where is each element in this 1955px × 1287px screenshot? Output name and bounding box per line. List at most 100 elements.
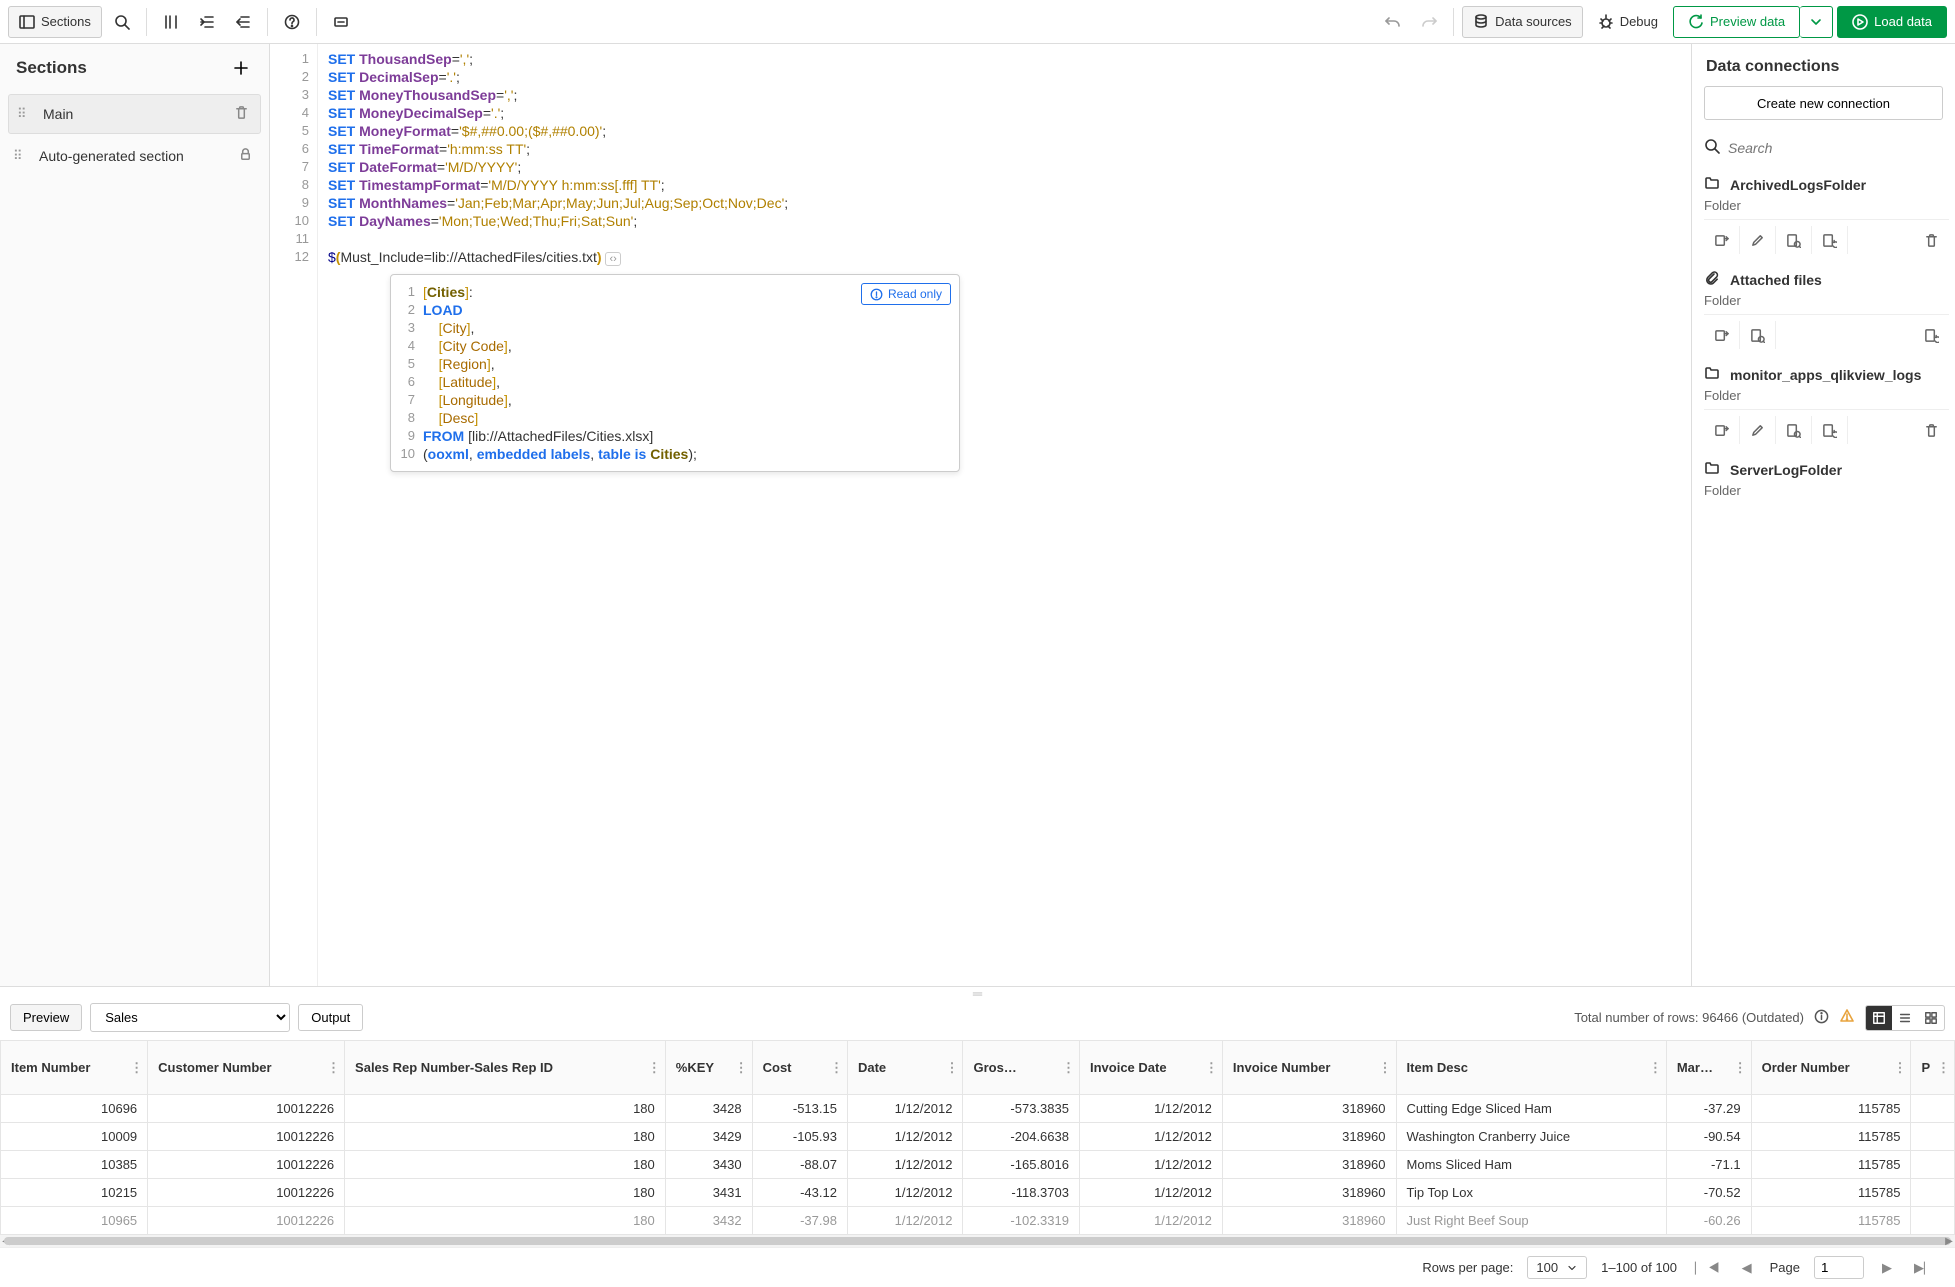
conn-action-select[interactable] <box>1740 321 1776 349</box>
column-menu-icon[interactable]: ⋮ <box>1649 1060 1662 1076</box>
column-menu-icon[interactable]: ⋮ <box>1062 1060 1075 1076</box>
help-button[interactable] <box>276 6 308 38</box>
conn-action-refresh[interactable] <box>1913 321 1949 349</box>
conn-action-refresh[interactable] <box>1812 226 1848 254</box>
column-menu-icon[interactable]: ⋮ <box>648 1060 661 1076</box>
first-page-button[interactable]: ⎸◀ <box>1691 1258 1724 1278</box>
panel-resize-handle[interactable]: ═ <box>0 987 1955 999</box>
create-connection-button[interactable]: Create new connection <box>1704 86 1943 120</box>
table-row[interactable]: 10696100122261803428-513.151/12/2012-573… <box>1 1095 1955 1123</box>
table-row[interactable]: 10965100122261803432-37.981/12/2012-102.… <box>1 1207 1955 1235</box>
add-section-button[interactable] <box>229 56 253 80</box>
table-cell: -88.07 <box>752 1151 847 1179</box>
info-icon[interactable] <box>1814 1009 1829 1027</box>
last-page-button[interactable]: ▶⎸ <box>1910 1258 1941 1278</box>
column-header[interactable]: Sales Rep Number-Sales Rep ID⋮ <box>345 1041 666 1095</box>
undo-button[interactable] <box>1377 6 1409 38</box>
output-tab[interactable]: Output <box>298 1004 363 1031</box>
section-item[interactable]: ⠿ Auto-generated section <box>0 136 269 176</box>
section-label: Main <box>43 106 224 122</box>
load-data-button[interactable]: Load data <box>1837 6 1947 38</box>
column-header[interactable]: P⋮ <box>1911 1041 1955 1095</box>
view-grid[interactable] <box>1918 1006 1944 1030</box>
column-header[interactable]: Cost⋮ <box>752 1041 847 1095</box>
table-row[interactable]: 10009100122261803429-105.931/12/2012-204… <box>1 1123 1955 1151</box>
comment-button[interactable] <box>155 6 187 38</box>
conn-action-delete[interactable] <box>1913 416 1949 444</box>
column-menu-icon[interactable]: ⋮ <box>130 1060 143 1076</box>
conn-action-refresh[interactable] <box>1812 416 1848 444</box>
column-menu-icon[interactable]: ⋮ <box>1893 1060 1906 1076</box>
search-button[interactable] <box>106 6 138 38</box>
debug-button[interactable]: Debug <box>1587 6 1669 38</box>
table-cell: 1/12/2012 <box>847 1151 962 1179</box>
preview-data-dropdown[interactable] <box>1800 6 1833 38</box>
conn-action-insert[interactable] <box>1704 416 1740 444</box>
view-table[interactable] <box>1866 1006 1892 1030</box>
table-row[interactable]: 10385100122261803430-88.071/12/2012-165.… <box>1 1151 1955 1179</box>
column-menu-icon[interactable]: ⋮ <box>945 1060 958 1076</box>
outdent-button[interactable] <box>227 6 259 38</box>
column-header[interactable]: Item Number⋮ <box>1 1041 148 1095</box>
preview-source-select[interactable]: Sales <box>90 1003 290 1032</box>
conn-action-edit[interactable] <box>1740 226 1776 254</box>
column-header[interactable]: Item Desc⋮ <box>1396 1041 1666 1095</box>
prev-page-button[interactable]: ◀ <box>1738 1258 1756 1278</box>
delete-icon[interactable] <box>234 105 252 123</box>
column-menu-icon[interactable]: ⋮ <box>735 1060 748 1076</box>
table-cell: -37.98 <box>752 1207 847 1235</box>
view-list[interactable] <box>1892 1006 1918 1030</box>
readonly-badge: Read only <box>861 283 951 305</box>
column-menu-icon[interactable]: ⋮ <box>830 1060 843 1076</box>
conn-action-insert[interactable] <box>1704 321 1740 349</box>
conn-action-select[interactable] <box>1776 226 1812 254</box>
refresh-icon <box>1688 14 1704 30</box>
preview-data-button[interactable]: Preview data <box>1673 6 1800 38</box>
conn-action-edit[interactable] <box>1740 416 1776 444</box>
connection-type: Folder <box>1704 483 1949 504</box>
column-header[interactable]: Invoice Number⋮ <box>1222 1041 1396 1095</box>
table-cell: -204.6638 <box>963 1123 1080 1151</box>
conn-action-insert[interactable] <box>1704 226 1740 254</box>
column-header[interactable]: Invoice Date⋮ <box>1079 1041 1222 1095</box>
column-header[interactable]: Customer Number⋮ <box>148 1041 345 1095</box>
preview-tab[interactable]: Preview <box>10 1004 82 1031</box>
connection-search-input[interactable] <box>1728 140 1943 156</box>
column-header[interactable]: Order Number⋮ <box>1751 1041 1911 1095</box>
connection-item: monitor_apps_qlikview_logs Folder <box>1704 357 1949 444</box>
column-menu-icon[interactable]: ⋮ <box>1937 1060 1950 1076</box>
table-cell: 10965 <box>1 1207 148 1235</box>
table-cell: 180 <box>345 1151 666 1179</box>
column-menu-icon[interactable]: ⋮ <box>327 1060 340 1076</box>
column-header[interactable]: Date⋮ <box>847 1041 962 1095</box>
column-header[interactable]: %KEY⋮ <box>665 1041 752 1095</box>
column-header[interactable]: Mar…⋮ <box>1666 1041 1751 1095</box>
preview-grid[interactable]: Item Number⋮Customer Number⋮Sales Rep Nu… <box>0 1040 1955 1235</box>
connection-item: Attached files Folder <box>1704 262 1949 349</box>
section-item[interactable]: ⠿ Main <box>8 94 261 134</box>
redo-button[interactable] <box>1413 6 1445 38</box>
table-cell: -71.1 <box>1666 1151 1751 1179</box>
rows-per-page-select[interactable]: 100 <box>1527 1256 1587 1279</box>
data-sources-button[interactable]: Data sources <box>1462 6 1583 38</box>
next-page-button[interactable]: ▶ <box>1878 1258 1896 1278</box>
connection-name: Attached files <box>1730 272 1822 288</box>
drag-handle-icon[interactable]: ⠿ <box>17 106 33 122</box>
table-cell: 1/12/2012 <box>847 1123 962 1151</box>
column-menu-icon[interactable]: ⋮ <box>1379 1060 1392 1076</box>
code-editor[interactable]: 123456789101112 SET ThousandSep=','; SET… <box>270 44 1691 986</box>
page-input[interactable] <box>1814 1256 1864 1279</box>
indent-button[interactable] <box>191 6 223 38</box>
column-menu-icon[interactable]: ⋮ <box>1734 1060 1747 1076</box>
table-row[interactable]: 10215100122261803431-43.121/12/2012-118.… <box>1 1179 1955 1207</box>
horizontal-scrollbar[interactable]: ◀▶ <box>0 1235 1955 1247</box>
sections-title: Sections <box>16 58 87 78</box>
sections-toggle-button[interactable]: Sections <box>8 6 102 38</box>
conn-action-select[interactable] <box>1776 416 1812 444</box>
search-icon <box>1704 138 1720 157</box>
conn-action-delete[interactable] <box>1913 226 1949 254</box>
drag-handle-icon[interactable]: ⠿ <box>13 148 29 164</box>
column-menu-icon[interactable]: ⋮ <box>1205 1060 1218 1076</box>
column-header[interactable]: Gros…⋮ <box>963 1041 1080 1095</box>
variables-button[interactable] <box>325 6 357 38</box>
